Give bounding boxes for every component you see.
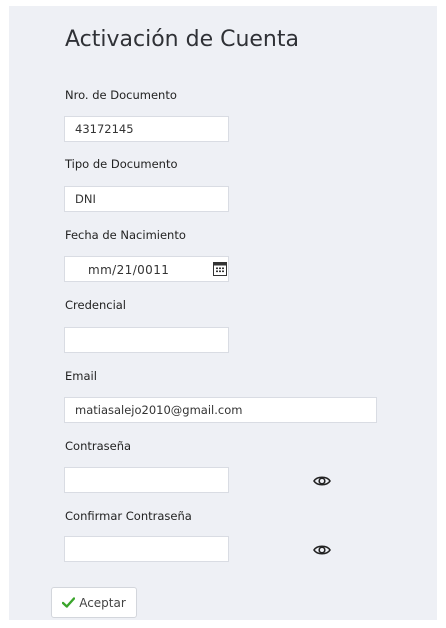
credencial-input[interactable] — [64, 327, 229, 353]
confirmar-contrasena-input[interactable] — [64, 536, 229, 562]
contrasena-label: Contraseña — [65, 439, 132, 453]
documento-input[interactable] — [64, 116, 229, 142]
fecha-nacimiento-label: Fecha de Nacimiento — [65, 228, 186, 242]
eye-icon[interactable] — [313, 474, 331, 488]
fecha-nacimiento-input[interactable]: mm/21/0011 — [64, 256, 229, 282]
confirmar-contrasena-label: Confirmar Contraseña — [65, 509, 192, 523]
aceptar-button-label: Aceptar — [79, 595, 126, 610]
email-label: Email — [65, 369, 97, 383]
tipo-documento-input[interactable] — [64, 186, 229, 212]
email-input[interactable] — [64, 397, 377, 423]
credencial-label: Credencial — [65, 298, 127, 312]
calendar-icon[interactable] — [213, 262, 227, 276]
check-icon — [62, 597, 76, 608]
contrasena-input[interactable] — [64, 467, 229, 493]
aceptar-button[interactable]: Aceptar — [51, 587, 137, 618]
documento-label: Nro. de Documento — [65, 88, 177, 102]
fecha-nacimiento-value: mm/21/0011 — [88, 263, 170, 277]
page-title: Activación de Cuenta — [65, 27, 299, 52]
tipo-documento-label: Tipo de Documento — [65, 157, 178, 171]
eye-icon[interactable] — [313, 543, 331, 557]
